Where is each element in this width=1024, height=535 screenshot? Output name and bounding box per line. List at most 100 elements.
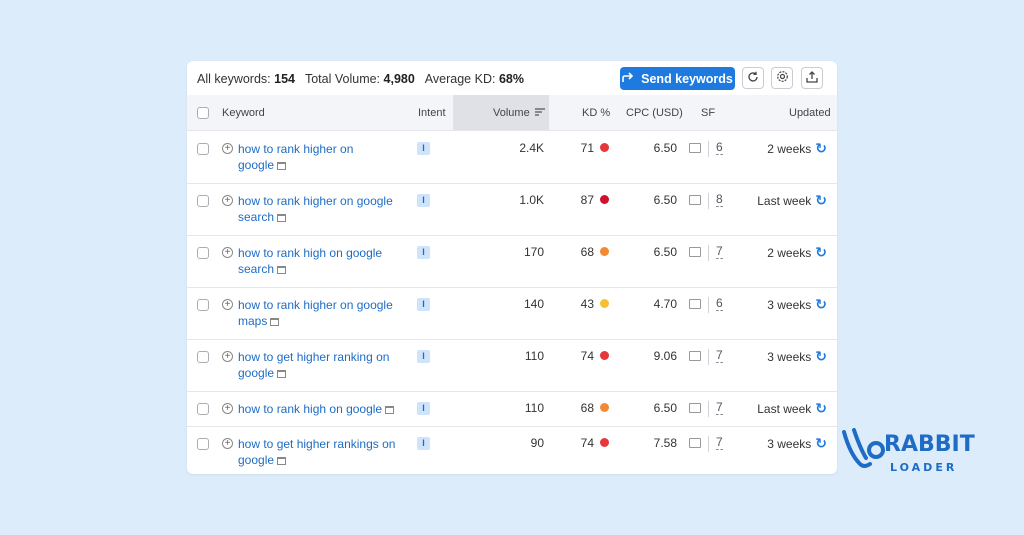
refresh-row-icon[interactable]: ↻ (815, 140, 827, 156)
add-plus-icon[interactable]: + (222, 351, 233, 362)
add-plus-icon[interactable]: + (222, 438, 233, 449)
serp-features-icon[interactable] (689, 351, 701, 361)
serp-preview-icon[interactable] (277, 214, 287, 222)
column-keyword[interactable]: Keyword (222, 95, 265, 130)
add-plus-icon[interactable]: + (222, 299, 233, 310)
table-row: + how to rank higher on google search I 1… (187, 183, 837, 236)
serp-preview-icon[interactable] (277, 457, 287, 465)
keyword-link[interactable]: how to rank higher on google search (238, 193, 408, 225)
refresh-row-icon[interactable]: ↻ (815, 348, 827, 364)
export-button[interactable] (801, 67, 823, 89)
serp-preview-icon[interactable] (277, 370, 287, 378)
volume-value: 140 (523, 297, 544, 311)
intent-badge: I (417, 437, 430, 450)
volume-value: 1.0K (519, 193, 544, 207)
keywords-table-card: All keywords: 154 Total Volume: 4,980 Av… (187, 61, 837, 474)
cpc-value: 7.58 (653, 436, 677, 450)
row-checkbox[interactable] (197, 247, 209, 259)
serp-preview-icon[interactable] (277, 266, 287, 274)
logo-subtitle: LOADER (890, 461, 958, 474)
column-cpc[interactable]: CPC (USD) (626, 95, 683, 130)
row-checkbox[interactable] (197, 403, 209, 415)
table-row: + how to rank high on google search I 170… (187, 235, 837, 288)
row-checkbox[interactable] (197, 438, 209, 450)
updated-cell: Last week ↻ (727, 400, 827, 417)
column-updated[interactable]: Updated (789, 95, 831, 130)
add-plus-icon[interactable]: + (222, 143, 233, 154)
serp-features-icon[interactable] (689, 438, 701, 448)
add-plus-icon[interactable]: + (222, 403, 233, 414)
refresh-row-icon[interactable]: ↻ (815, 244, 827, 260)
row-checkbox[interactable] (197, 143, 209, 155)
row-checkbox[interactable] (197, 299, 209, 311)
refresh-row-icon[interactable]: ↻ (815, 400, 827, 416)
sf-count[interactable]: 8 (716, 193, 723, 207)
intent-badge: I (417, 350, 430, 363)
kd-cell: 74 (557, 436, 609, 450)
volume-value: 170 (523, 245, 544, 259)
keyword-link[interactable]: how to rank high on google (238, 401, 408, 417)
refresh-row-icon[interactable]: ↻ (815, 192, 827, 208)
updated-value: Last week (757, 194, 812, 208)
kd-value: 68 (580, 245, 594, 259)
kd-cell: 74 (557, 349, 609, 363)
serp-features-icon[interactable] (689, 247, 701, 257)
serp-features-icon[interactable] (689, 143, 701, 153)
column-volume[interactable]: Volume (493, 95, 545, 130)
kd-value: 68 (580, 401, 594, 415)
updated-value: 3 weeks (767, 350, 812, 364)
summary-bar: All keywords: 154 Total Volume: 4,980 Av… (197, 71, 524, 87)
sf-count[interactable]: 7 (716, 401, 723, 415)
volume-value: 2.4K (519, 141, 544, 155)
kd-cell: 43 (557, 297, 609, 311)
row-checkbox[interactable] (197, 195, 209, 207)
refresh-row-icon[interactable]: ↻ (815, 296, 827, 312)
sf-count[interactable]: 7 (716, 349, 723, 363)
all-keywords-stat: All keywords: 154 (197, 72, 295, 86)
add-plus-icon[interactable]: + (222, 247, 233, 258)
select-all-checkbox[interactable] (197, 106, 209, 119)
column-kd[interactable]: KD % (582, 95, 610, 130)
sf-count[interactable]: 6 (716, 297, 723, 311)
keyword-link[interactable]: how to rank higher on google maps (238, 297, 408, 329)
rabbit-ears-icon (842, 428, 885, 468)
sf-divider (708, 193, 709, 209)
column-sf[interactable]: SF (701, 95, 715, 130)
row-checkbox[interactable] (197, 351, 209, 363)
volume-value: 90 (530, 436, 544, 450)
share-arrow-icon (622, 71, 635, 86)
kd-difficulty-dot (600, 195, 609, 204)
serp-features-icon[interactable] (689, 299, 701, 309)
serp-features-icon[interactable] (689, 403, 701, 413)
cpc-value: 6.50 (653, 245, 677, 259)
kd-difficulty-dot (600, 143, 609, 152)
refresh-button[interactable] (742, 67, 764, 89)
keyword-link[interactable]: how to rank high on google search (238, 245, 408, 277)
keyword-link[interactable]: how to get higher ranking on google (238, 349, 408, 381)
serp-preview-icon[interactable] (385, 406, 395, 414)
table-row: + how to get higher rankings on google I … (187, 426, 837, 474)
intent-badge: I (417, 402, 430, 415)
sf-divider (708, 245, 709, 261)
kd-value: 74 (580, 436, 594, 450)
refresh-row-icon[interactable]: ↻ (815, 435, 827, 451)
add-plus-icon[interactable]: + (222, 195, 233, 206)
keyword-link[interactable]: how to rank higher on google (238, 141, 408, 173)
kd-cell: 71 (557, 141, 609, 155)
keyword-link[interactable]: how to get higher rankings on google (238, 436, 408, 468)
serp-features-icon[interactable] (689, 195, 701, 205)
settings-button[interactable] (771, 67, 793, 89)
updated-cell: 3 weeks ↻ (727, 435, 827, 452)
kd-cell: 68 (557, 245, 609, 259)
serp-preview-icon[interactable] (277, 162, 287, 170)
send-keywords-button[interactable]: Send keywords (620, 67, 735, 90)
sf-count[interactable]: 7 (716, 245, 723, 259)
refresh-icon (747, 71, 759, 86)
serp-preview-icon[interactable] (270, 318, 280, 326)
sf-count[interactable]: 6 (716, 141, 723, 155)
intent-badge: I (417, 194, 430, 207)
sf-count[interactable]: 7 (716, 436, 723, 450)
kd-value: 87 (580, 193, 594, 207)
column-intent[interactable]: Intent (418, 95, 446, 130)
select-all-cell (197, 95, 209, 130)
